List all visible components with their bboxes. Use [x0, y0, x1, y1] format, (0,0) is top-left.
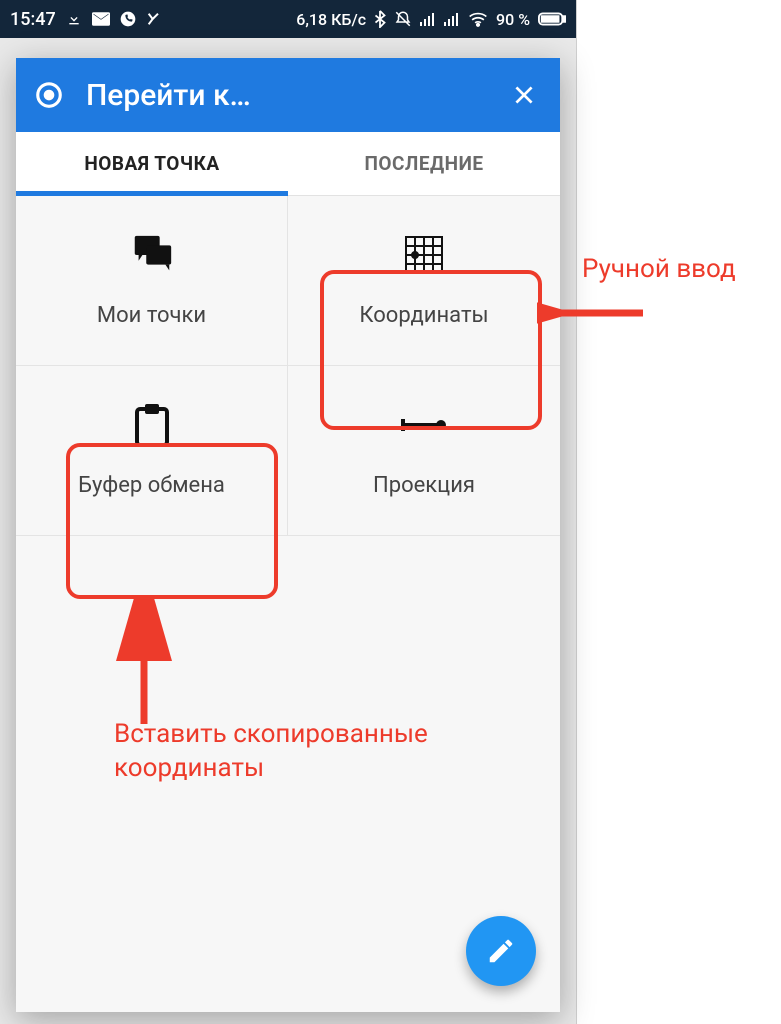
annotation-arrow-coordinates: [537, 288, 647, 338]
close-icon: [511, 82, 537, 108]
clipboard-icon: [127, 403, 177, 447]
option-label: Буфер обмена: [78, 473, 225, 498]
tab-bar: НОВАЯ ТОЧКА ПОСЛЕДНИЕ: [16, 132, 560, 196]
check-icon: [146, 11, 162, 27]
dialog-title: Перейти к…: [86, 78, 480, 113]
status-bar: 15:47 6,18 КБ/с: [0, 0, 576, 38]
pencil-icon: [486, 936, 516, 966]
phone-icon: [120, 11, 136, 27]
option-label: Мои точки: [97, 303, 206, 328]
goto-dialog: Перейти к… НОВАЯ ТОЧКА ПОСЛЕДНИЕ Мои точ…: [16, 58, 560, 1012]
annotation-arrow-clipboard: [114, 598, 174, 728]
status-datarate: 6,18 КБ/с: [296, 10, 366, 29]
phone-frame: 15:47 6,18 КБ/с: [0, 0, 576, 1024]
tab-new-point[interactable]: НОВАЯ ТОЧКА: [16, 132, 288, 195]
download-icon: [66, 11, 82, 27]
mute-icon: [394, 10, 412, 28]
chat-icon: [127, 233, 177, 277]
status-time: 15:47: [10, 9, 56, 30]
close-button[interactable]: [502, 73, 546, 117]
option-my-points[interactable]: Мои точки: [16, 196, 288, 366]
option-projection[interactable]: Проекция: [288, 366, 560, 536]
battery-icon: [538, 12, 566, 26]
annotation-text-clipboard: Вставить скопированные координаты: [114, 718, 474, 786]
annotation-text-manual: Ручной ввод: [582, 254, 736, 284]
fab-edit[interactable]: [466, 916, 536, 986]
signal-icon-1: [420, 12, 436, 26]
tab-recent[interactable]: ПОСЛЕДНИЕ: [288, 132, 560, 195]
target-icon: [34, 80, 64, 110]
option-label: Координаты: [359, 303, 488, 328]
wifi-icon: [468, 11, 488, 27]
grid-icon: [399, 233, 449, 277]
option-coordinates[interactable]: Координаты: [288, 196, 560, 366]
option-grid: Мои точки Координаты Буфер обмена: [16, 196, 560, 536]
option-clipboard[interactable]: Буфер обмена: [16, 366, 288, 536]
option-label: Проекция: [373, 473, 475, 498]
tab-label: ПОСЛЕДНИЕ: [364, 152, 483, 175]
bluetooth-icon: [374, 10, 386, 28]
dialog-header: Перейти к…: [16, 58, 560, 132]
status-battery-pct: 90 %: [496, 10, 530, 29]
signal-icon-2: [444, 12, 460, 26]
mail-icon: [92, 12, 110, 26]
projection-icon: [399, 403, 449, 447]
tab-label: НОВАЯ ТОЧКА: [84, 152, 219, 175]
